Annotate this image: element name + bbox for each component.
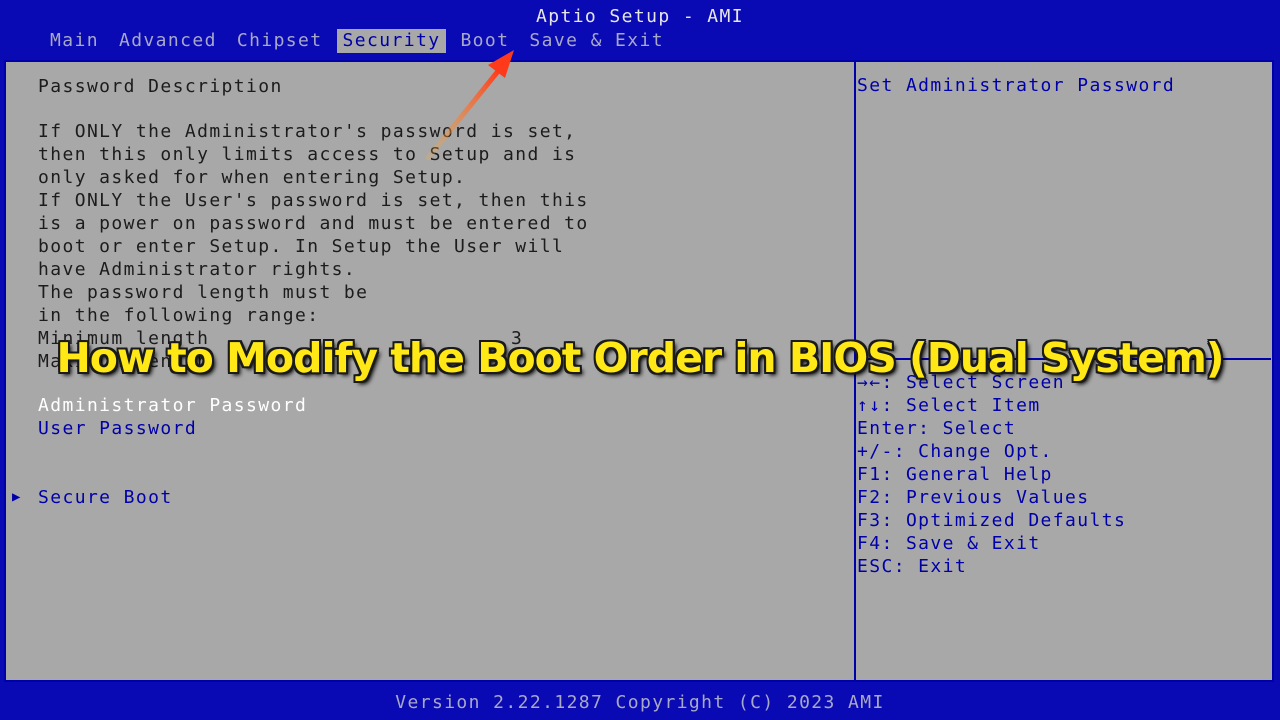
key-hint-f1: F1: General Help <box>857 464 1053 485</box>
app-title: Aptio Setup - AMI <box>535 6 745 27</box>
tab-save-exit[interactable]: Save & Exit <box>523 29 670 53</box>
administrator-password-item[interactable]: Administrator Password <box>38 394 307 417</box>
video-caption-title: How to Modify the Boot Order in BIOS (Du… <box>56 334 1224 382</box>
key-hint-change-opt: +/-: Change Opt. <box>857 441 1053 462</box>
key-hint-enter: Enter: Select <box>857 418 1017 439</box>
description-line: in the following range: <box>38 305 320 326</box>
footer-bar: Version 2.22.1287 Copyright (C) 2023 AMI <box>0 690 1280 720</box>
help-title: Set Administrator Password <box>857 75 1176 96</box>
tab-security[interactable]: Security <box>336 29 447 53</box>
key-hint-select-item: ↑↓: Select Item <box>857 395 1041 416</box>
tab-chipset[interactable]: Chipset <box>231 29 329 53</box>
description-line: is a power on password and must be enter… <box>38 213 589 234</box>
user-password-item[interactable]: User Password <box>38 417 197 440</box>
description-line: have Administrator rights. <box>38 259 357 280</box>
tab-boot[interactable]: Boot <box>454 29 515 53</box>
section-heading: Password Description <box>38 76 283 97</box>
key-hint-f4: F4: Save & Exit <box>857 533 1041 554</box>
key-hint-esc: ESC: Exit <box>857 556 968 577</box>
submenu-arrow-icon: ▶ <box>12 489 22 505</box>
key-hint-f2: F2: Previous Values <box>857 487 1090 508</box>
description-line: If ONLY the User's password is set, then… <box>38 190 589 211</box>
description-line: then this only limits access to Setup an… <box>38 144 577 165</box>
title-bar: Aptio Setup - AMI Main Advanced Chipset … <box>0 0 1280 60</box>
description-line: If ONLY the Administrator's password is … <box>38 121 577 142</box>
tab-main[interactable]: Main <box>44 29 105 53</box>
version-text: Version 2.22.1287 Copyright (C) 2023 AMI <box>395 692 885 713</box>
secure-boot-item[interactable]: Secure Boot <box>38 486 173 509</box>
menu-tabs: Main Advanced Chipset Security Boot Save… <box>44 29 678 53</box>
description-line: The password length must be <box>38 282 369 303</box>
description-line: boot or enter Setup. In Setup the User w… <box>38 236 565 257</box>
description-line: only asked for when entering Setup. <box>38 167 467 188</box>
key-hint-f3: F3: Optimized Defaults <box>857 510 1127 531</box>
tab-advanced[interactable]: Advanced <box>113 29 223 53</box>
